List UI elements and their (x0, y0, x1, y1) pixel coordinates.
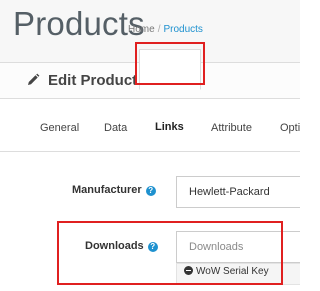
breadcrumb-products-link[interactable]: Products (163, 24, 202, 35)
breadcrumb: Home / Products (128, 24, 203, 35)
manufacturer-label-text: Manufacturer (72, 184, 142, 196)
tab-links[interactable]: Links (155, 121, 184, 133)
tab-attribute[interactable]: Attribute (211, 122, 252, 134)
pencil-icon (28, 73, 40, 85)
tab-links-highlight (135, 42, 205, 85)
tab-bar: General Data Attribute Opti (0, 100, 300, 152)
page-title: Products (13, 5, 145, 42)
manufacturer-input[interactable] (176, 176, 300, 208)
tab-data[interactable]: Data (104, 122, 127, 134)
panel-title: Edit Product (48, 72, 138, 89)
tab-general[interactable]: General (40, 122, 79, 134)
breadcrumb-home-link[interactable]: Home (128, 24, 155, 35)
tab-options[interactable]: Opti (280, 122, 300, 134)
breadcrumb-separator: / (157, 24, 161, 35)
question-circle-icon[interactable]: ? (145, 186, 156, 196)
manufacturer-label: Manufacturer? (72, 184, 156, 196)
downloads-highlight (57, 221, 283, 285)
